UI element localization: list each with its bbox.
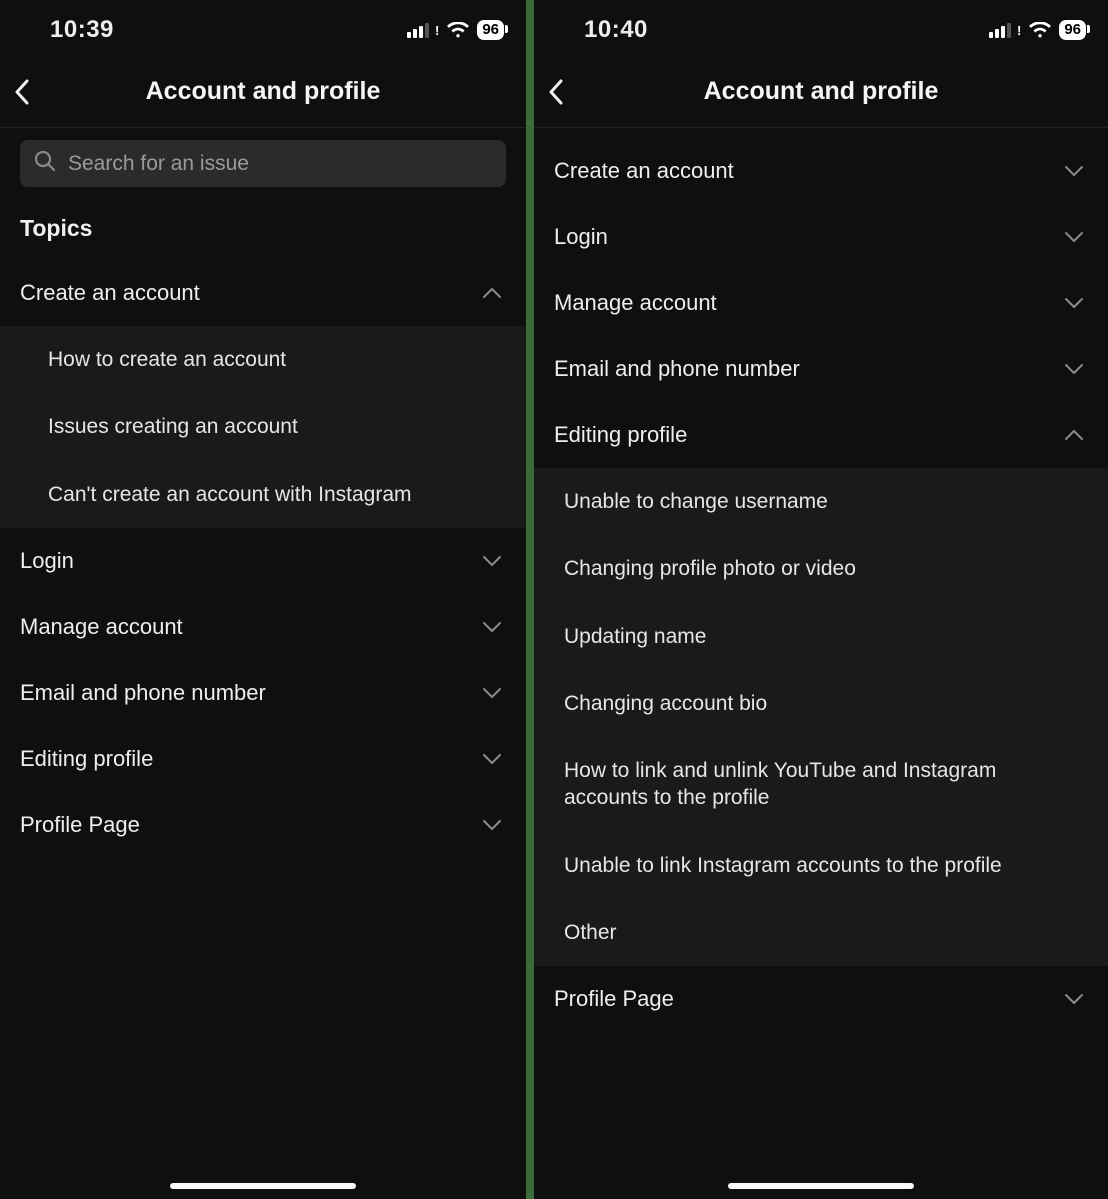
status-time: 10:39: [22, 16, 114, 44]
home-indicator[interactable]: [728, 1183, 914, 1189]
battery-icon: 96: [1059, 20, 1086, 40]
topic-create-account[interactable]: Create an account: [0, 260, 526, 326]
topic-email-phone[interactable]: Email and phone number: [0, 660, 526, 726]
topic-label: Create an account: [20, 280, 200, 306]
topic-profile-page[interactable]: Profile Page: [0, 792, 526, 858]
sub-item[interactable]: Issues creating an account: [0, 393, 526, 460]
sub-item[interactable]: Other: [534, 899, 1108, 966]
topics-heading: Topics: [0, 201, 526, 260]
cellular-icon: [407, 22, 429, 38]
topic-editing-profile[interactable]: Editing profile: [534, 402, 1108, 468]
topic-label: Manage account: [554, 290, 717, 316]
topic-editing-profile[interactable]: Editing profile: [0, 726, 526, 792]
status-icons: ! 96: [989, 20, 1086, 40]
topic-label: Email and phone number: [554, 356, 800, 382]
back-button[interactable]: [14, 79, 44, 105]
topic-label: Profile Page: [554, 986, 674, 1012]
topic-manage-account[interactable]: Manage account: [534, 270, 1108, 336]
topic-label: Login: [554, 224, 608, 250]
topic-label: Manage account: [20, 614, 183, 640]
sub-item[interactable]: How to link and unlink YouTube and Insta…: [534, 737, 1108, 832]
topic-label: Editing profile: [20, 746, 153, 772]
sub-item[interactable]: Changing account bio: [534, 670, 1108, 737]
search-placeholder: Search for an issue: [68, 152, 249, 176]
search-input[interactable]: Search for an issue: [20, 140, 506, 187]
chevron-up-icon: [482, 287, 502, 299]
topic-login[interactable]: Login: [0, 528, 526, 594]
topic-login[interactable]: Login: [534, 204, 1108, 270]
search-icon: [34, 150, 56, 177]
chevron-down-icon: [482, 555, 502, 567]
sub-item[interactable]: How to create an account: [0, 326, 526, 393]
left-screenshot: 10:39 ! 96 Account and profile Search fo…: [0, 0, 526, 1199]
page-title: Account and profile: [0, 77, 526, 106]
topic-label: Profile Page: [20, 812, 140, 838]
chevron-up-icon: [1064, 429, 1084, 441]
status-icons: ! 96: [407, 20, 504, 40]
chevron-down-icon: [482, 753, 502, 765]
wifi-icon: [447, 22, 469, 38]
chevron-down-icon: [1064, 363, 1084, 375]
topic-create-account[interactable]: Create an account: [534, 138, 1108, 204]
topic-label: Create an account: [554, 158, 734, 184]
status-bar: 10:39 ! 96: [0, 0, 526, 56]
sub-item[interactable]: Can't create an account with Instagram: [0, 461, 526, 528]
right-screenshot: 10:40 ! 96 Account and profile Create an…: [534, 0, 1108, 1199]
status-bar: 10:40 ! 96: [534, 0, 1108, 56]
sub-item[interactable]: Updating name: [534, 603, 1108, 670]
topic-create-account-items: How to create an account Issues creating…: [0, 326, 526, 528]
topic-manage-account[interactable]: Manage account: [0, 594, 526, 660]
chevron-down-icon: [482, 819, 502, 831]
back-button[interactable]: [548, 79, 578, 105]
topic-email-phone[interactable]: Email and phone number: [534, 336, 1108, 402]
nav-header: Account and profile: [0, 56, 526, 128]
battery-icon: 96: [477, 20, 504, 40]
chevron-down-icon: [482, 621, 502, 633]
cellular-warn-icon: !: [435, 23, 439, 38]
nav-header: Account and profile: [534, 56, 1108, 128]
topic-editing-profile-items: Unable to change username Changing profi…: [534, 468, 1108, 966]
cellular-icon: [989, 22, 1011, 38]
topic-profile-page[interactable]: Profile Page: [534, 966, 1108, 1032]
page-title: Account and profile: [534, 77, 1108, 106]
status-time: 10:40: [556, 16, 648, 44]
wifi-icon: [1029, 22, 1051, 38]
topic-label: Editing profile: [554, 422, 687, 448]
cellular-warn-icon: !: [1017, 23, 1021, 38]
home-indicator[interactable]: [170, 1183, 356, 1189]
topic-label: Email and phone number: [20, 680, 266, 706]
topic-label: Login: [20, 548, 74, 574]
chevron-down-icon: [1064, 165, 1084, 177]
sub-item[interactable]: Unable to link Instagram accounts to the…: [534, 832, 1108, 899]
sub-item[interactable]: Unable to change username: [534, 468, 1108, 535]
chevron-down-icon: [1064, 297, 1084, 309]
chevron-down-icon: [1064, 993, 1084, 1005]
sub-item[interactable]: Changing profile photo or video: [534, 535, 1108, 602]
chevron-down-icon: [1064, 231, 1084, 243]
chevron-down-icon: [482, 687, 502, 699]
